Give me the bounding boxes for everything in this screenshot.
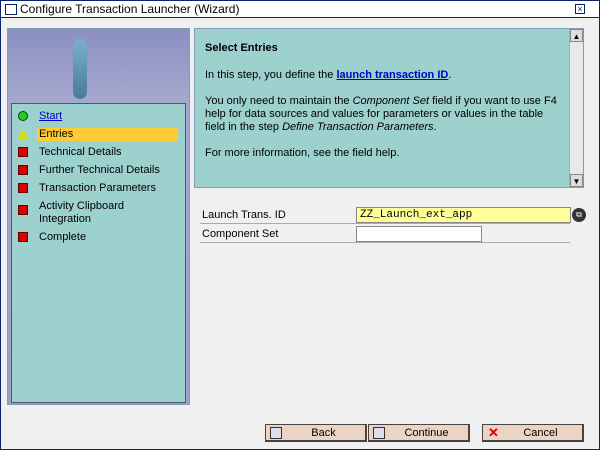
text: Component Set xyxy=(352,95,430,107)
launch-transaction-id-link[interactable]: launch transaction ID xyxy=(336,69,448,81)
title-bar: Configure Transaction Launcher (Wizard) … xyxy=(1,1,599,18)
button-label: Cancel xyxy=(523,426,558,439)
back-button[interactable]: Back xyxy=(265,424,367,442)
text: You only need to maintain the xyxy=(205,95,353,107)
text: . xyxy=(448,69,452,81)
green-status-icon xyxy=(18,111,28,121)
continue-button[interactable]: Continue xyxy=(368,424,470,442)
text: In this step, you define the xyxy=(205,69,337,81)
window-title: Configure Transaction Launcher (Wizard) xyxy=(20,2,240,16)
step-label: Complete xyxy=(39,231,87,243)
info-panel: Select Entries In this step, you define … xyxy=(194,28,584,188)
cancel-x-icon: ✕ xyxy=(488,424,499,440)
step-entries[interactable]: Entries xyxy=(12,126,185,144)
step-activity-clipboard: Activity Clipboard Integration xyxy=(12,198,185,229)
value-help-icon[interactable]: ⧉ xyxy=(572,208,586,222)
scroll-up-icon[interactable]: ▲ xyxy=(570,29,583,42)
component-set-label: Component Set xyxy=(202,228,279,240)
cancel-button[interactable]: ✕ Cancel xyxy=(482,424,584,442)
step-technical-details: Technical Details xyxy=(12,144,185,162)
step-label: Further Technical Details xyxy=(39,164,160,176)
scroll-down-icon[interactable]: ▼ xyxy=(570,174,583,187)
step-label: Entries xyxy=(37,128,178,141)
text: Define Transaction Parameters xyxy=(282,121,434,133)
button-label: Back xyxy=(311,426,336,439)
component-set-input[interactable] xyxy=(356,226,482,242)
step-further-technical-details: Further Technical Details xyxy=(12,162,185,180)
step-list: Start Entries Technical Details Further … xyxy=(11,103,186,403)
red-status-icon xyxy=(18,205,28,215)
step-label: Activity Clipboard Integration xyxy=(39,200,124,225)
red-status-icon xyxy=(18,147,28,157)
close-icon[interactable]: × xyxy=(575,4,585,14)
back-icon xyxy=(270,426,282,439)
step-label: Transaction Parameters xyxy=(39,182,156,194)
launch-trans-id-input[interactable]: ZZ_Launch_ext_app xyxy=(356,207,571,223)
red-status-icon xyxy=(18,232,28,242)
continue-icon xyxy=(373,426,385,439)
launch-trans-id-label: Launch Trans. ID xyxy=(202,209,286,221)
info-paragraph: You only need to maintain the Component … xyxy=(205,95,559,134)
steps-panel: Start Entries Technical Details Further … xyxy=(7,28,190,405)
step-complete: Complete xyxy=(12,229,185,247)
info-heading: Select Entries xyxy=(205,42,278,54)
step-label[interactable]: Start xyxy=(37,110,64,123)
info-paragraph: In this step, you define the launch tran… xyxy=(205,69,559,82)
window-icon xyxy=(5,3,17,15)
water-drop-image xyxy=(73,39,87,99)
info-paragraph: For more information, see the field help… xyxy=(205,147,400,159)
wizard-window: Configure Transaction Launcher (Wizard) … xyxy=(0,0,600,450)
yellow-warning-icon xyxy=(18,129,28,139)
button-label: Continue xyxy=(404,426,449,439)
red-status-icon xyxy=(18,183,28,193)
red-status-icon xyxy=(18,165,28,175)
step-transaction-parameters: Transaction Parameters xyxy=(12,180,185,198)
scrollbar[interactable]: ▲ ▼ xyxy=(569,29,583,187)
step-label: Technical Details xyxy=(39,146,122,158)
text: . xyxy=(433,121,437,133)
step-start[interactable]: Start xyxy=(12,108,185,126)
